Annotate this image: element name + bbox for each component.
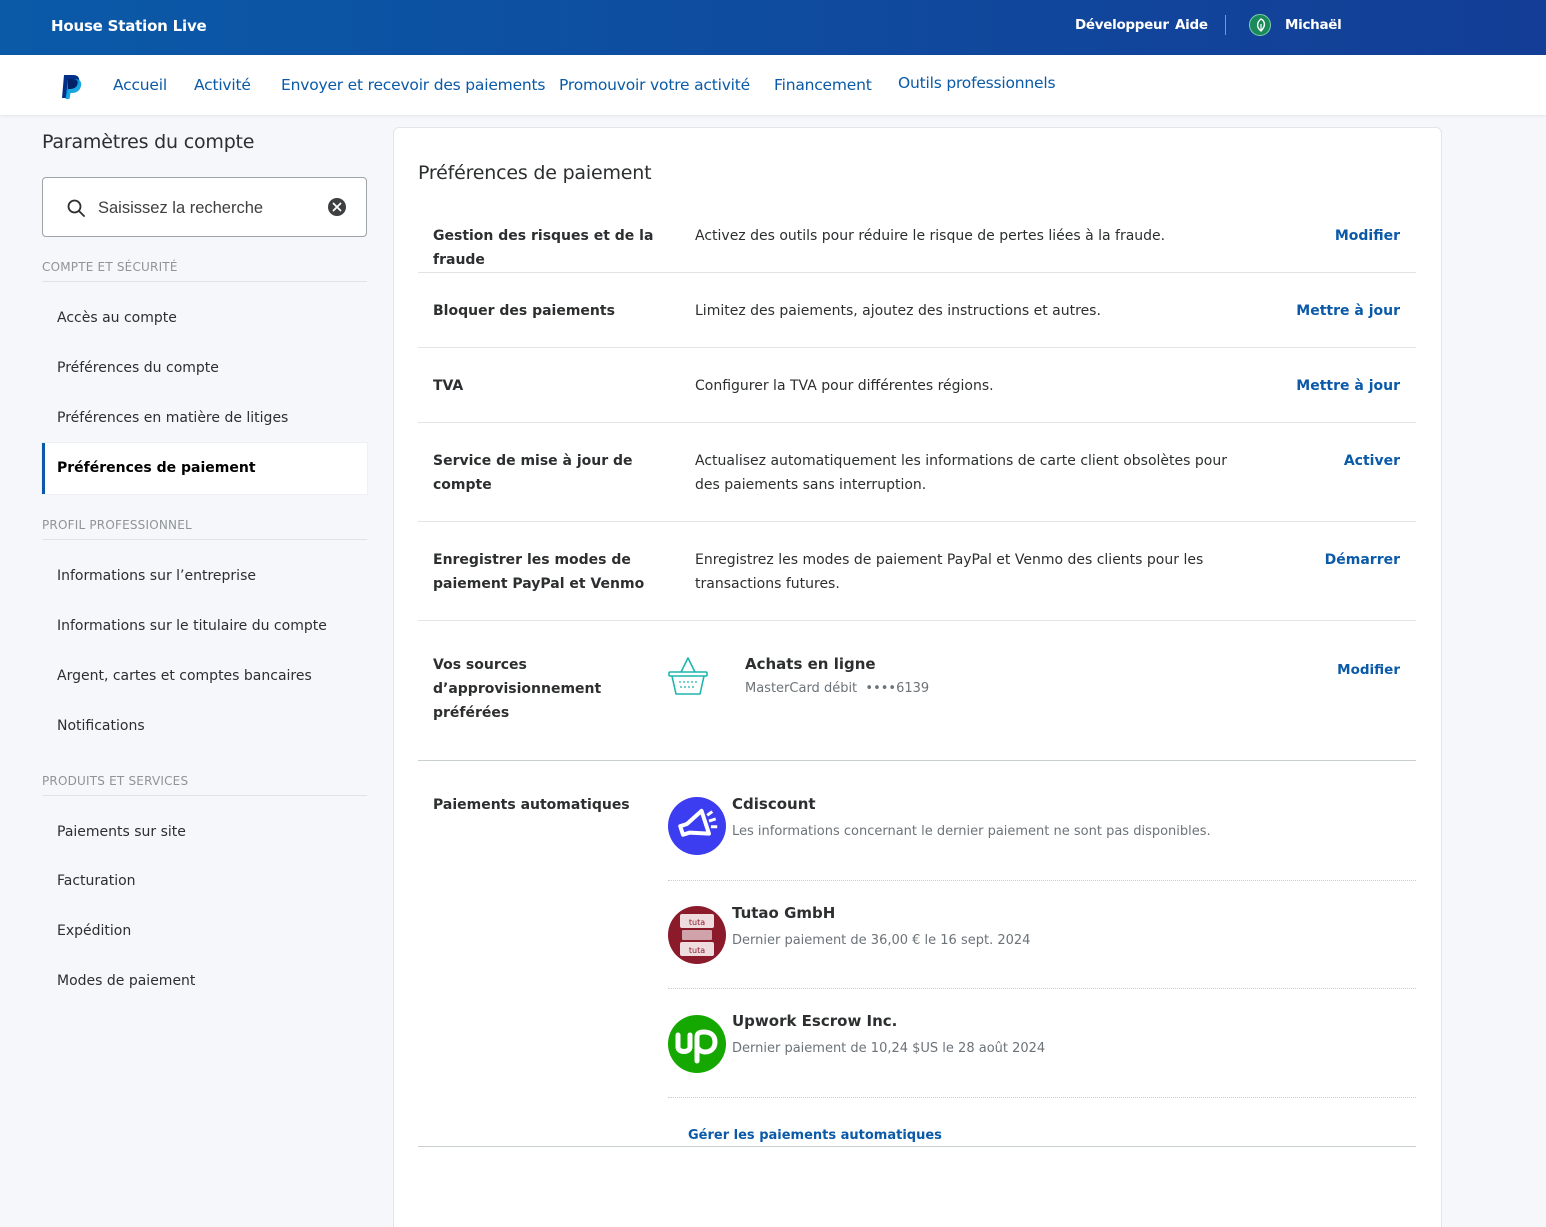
funding-card-type: MasterCard débit	[745, 681, 858, 696]
nav-business-tools[interactable]: Outils professionnels	[898, 74, 1056, 92]
sidebar-item-invoicing[interactable]: Facturation	[42, 856, 367, 906]
row-desc-account-updater: Actualisez automatiquement les informati…	[695, 453, 1227, 493]
merchant-name-upwork: Upwork Escrow Inc.	[732, 1012, 898, 1030]
paypal-logo-icon[interactable]	[60, 74, 82, 104]
row-divider	[418, 347, 1416, 348]
section-heading-account-security: COMPTE ET SÉCURITÉ	[42, 260, 367, 282]
funding-source-card: MasterCard débit ••••6139	[745, 681, 929, 696]
section-heading-products-services: PRODUITS ET SERVICES	[42, 774, 367, 796]
row-label-account-updater: Service de mise à jour de compte	[433, 453, 633, 493]
block-payments-update-button[interactable]: Mettre à jour	[1296, 299, 1400, 323]
row-label-fraud: Gestion des risques et de la fraude	[433, 228, 654, 268]
row-divider	[418, 422, 1416, 423]
search-input[interactable]	[98, 197, 323, 219]
sidebar-item-notifications[interactable]: Notifications	[42, 701, 367, 751]
row-label-block-payments: Bloquer des paiements	[433, 303, 615, 319]
row-label-auto-payments: Paiements automatiques	[433, 797, 630, 813]
funding-modify-button[interactable]: Modifier	[1337, 658, 1400, 682]
business-name: House Station Live	[51, 17, 207, 35]
row-desc-vat: Configurer la TVA pour différentes régio…	[695, 378, 994, 394]
tutao-logo-text: tuta	[689, 918, 705, 927]
tutao-logo-icon: tuta tuta	[668, 906, 726, 964]
search-box	[42, 177, 367, 237]
main-nav: Accueil Activité Envoyer et recevoir des…	[0, 55, 1546, 115]
row-label-funding: Vos sources d’approvisionnement préférée…	[433, 657, 602, 721]
merchant-name-tutao: Tutao GmbH	[732, 904, 836, 922]
help-link[interactable]: Aide	[1175, 17, 1208, 33]
section-heading-business-profile: PROFIL PROFESSIONNEL	[42, 518, 367, 540]
sidebar-item-shipping[interactable]: Expédition	[42, 906, 367, 956]
shopping-basket-icon	[668, 656, 708, 702]
row-divider	[418, 1146, 1416, 1147]
save-payment-methods-start-button[interactable]: Démarrer	[1325, 548, 1400, 572]
nav-promote[interactable]: Promouvoir votre activité	[559, 76, 750, 94]
merchant-detail-tutao: Dernier paiement de 36,00 € le 16 sept. …	[732, 933, 1031, 948]
funding-card-mask: ••••6139	[865, 681, 930, 696]
row-divider	[418, 620, 1416, 621]
user-avatar[interactable]	[1249, 14, 1271, 36]
cdiscount-logo-icon	[668, 797, 726, 855]
sidebar-item-account-access[interactable]: Accès au compte	[42, 293, 367, 343]
merchant-detail-upwork: Dernier paiement de 10,24 $US le 28 août…	[732, 1041, 1046, 1056]
merchant-divider	[668, 880, 1416, 881]
merchant-name-cdiscount: Cdiscount	[732, 795, 816, 813]
vat-update-button[interactable]: Mettre à jour	[1296, 374, 1400, 398]
topbar-divider	[1225, 15, 1226, 35]
merchant-divider	[668, 1097, 1416, 1098]
upwork-logo-icon	[668, 1015, 726, 1073]
user-name-link[interactable]: Michaël	[1285, 17, 1342, 33]
nav-financing[interactable]: Financement	[774, 76, 872, 94]
tutao-logo-text: tuta	[689, 946, 705, 955]
sidebar-item-money-cards-banks[interactable]: Argent, cartes et comptes bancaires	[42, 651, 367, 701]
search-icon	[67, 199, 85, 221]
row-desc-fraud: Activez des outils pour réduire le risqu…	[695, 228, 1166, 244]
developer-link[interactable]: Développeur	[1075, 17, 1169, 33]
row-label-vat: TVA	[433, 378, 464, 394]
manage-auto-payments-link[interactable]: Gérer les paiements automatiques	[688, 1128, 942, 1143]
page-title: Préférences de paiement	[418, 162, 652, 184]
sidebar-title: Paramètres du compte	[42, 131, 255, 153]
sidebar-item-business-info[interactable]: Informations sur l’entreprise	[42, 551, 367, 601]
account-updater-activate-button[interactable]: Activer	[1344, 449, 1400, 473]
row-label-save-payment-methods: Enregistrer les modes de paiement PayPal…	[433, 552, 645, 592]
nav-home[interactable]: Accueil	[113, 76, 167, 94]
clear-search-icon[interactable]	[328, 198, 346, 216]
sidebar-item-account-holder-info[interactable]: Informations sur le titulaire du compte	[42, 601, 367, 651]
sidebar-item-account-preferences[interactable]: Préférences du compte	[42, 343, 367, 393]
funding-source-name: Achats en ligne	[745, 655, 876, 673]
merchant-divider	[668, 988, 1416, 989]
fraud-modify-button[interactable]: Modifier	[1335, 224, 1400, 248]
row-divider	[418, 760, 1416, 761]
sidebar-item-payment-methods[interactable]: Modes de paiement	[42, 956, 367, 1006]
sidebar-item-onsite-payments[interactable]: Paiements sur site	[42, 807, 367, 857]
nav-send-receive[interactable]: Envoyer et recevoir des paiements	[281, 76, 545, 94]
nav-activity[interactable]: Activité	[194, 76, 251, 94]
top-bar: House Station Live Développeur Aide Mich…	[0, 0, 1546, 55]
row-divider	[418, 521, 1416, 522]
sidebar-item-payment-preferences[interactable]: Préférences de paiement	[42, 443, 367, 494]
row-desc-save-payment-methods: Enregistrez les modes de paiement PayPal…	[695, 552, 1204, 592]
sidebar-item-dispute-preferences[interactable]: Préférences en matière de litiges	[42, 393, 367, 443]
merchant-detail-cdiscount: Les informations concernant le dernier p…	[732, 824, 1211, 839]
row-divider	[418, 272, 1416, 273]
leaf-icon	[1256, 18, 1266, 32]
row-desc-block-payments: Limitez des paiements, ajoutez des instr…	[695, 303, 1101, 319]
